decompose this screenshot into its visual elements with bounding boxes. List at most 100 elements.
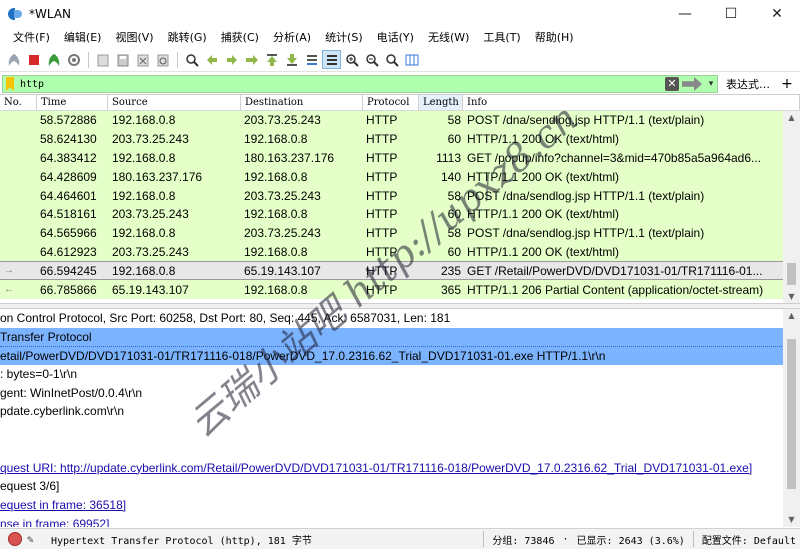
detail-row[interactable]: gent: WinInetPost/0.0.4\r\n (0, 384, 800, 403)
packet-row[interactable]: ← 66.785866 65.19.143.107 192.168.0.8 HTTP 36… (0, 280, 800, 299)
detail-row[interactable]: equest 3/6] (0, 477, 800, 496)
stop-capture-icon[interactable] (24, 50, 43, 69)
packet-row[interactable]: 64.464601 192.168.0.8 203.73.25.243 HTTP 58 P… (0, 186, 800, 205)
restart-capture-icon[interactable] (44, 50, 63, 69)
menu-telephony[interactable]: 电话(Y) (370, 28, 421, 48)
packet-length: 140 (440, 169, 461, 184)
packet-length: 60 (447, 207, 461, 222)
normal-size-icon[interactable] (382, 50, 401, 69)
detail-row[interactable]: etail/PowerDVD/DVD171031-01/TR171116-018… (0, 346, 800, 366)
column-header-no[interactable]: No. (0, 95, 37, 110)
auto-scroll-icon[interactable] (302, 50, 321, 69)
column-header-protocol[interactable]: Protocol (363, 95, 419, 110)
minimize-button[interactable]: — (662, 0, 708, 28)
find-packet-icon[interactable] (182, 50, 201, 69)
detail-row[interactable]: nse in frame: 69952] (0, 515, 800, 527)
column-header-destination[interactable]: Destination (241, 95, 363, 110)
scroll-down-icon[interactable]: ▼ (783, 513, 800, 527)
chevron-down-icon[interactable]: ▾ (705, 79, 717, 89)
add-filter-button[interactable]: + (776, 76, 798, 92)
scrollbar-thumb[interactable] (787, 339, 796, 489)
status-bar: ✎ Hypertext Transfer Protocol (http), 18… (0, 528, 800, 549)
packet-time: 64.565966 (40, 226, 97, 241)
zoom-out-icon[interactable] (362, 50, 381, 69)
expression-button[interactable]: 表达式… (718, 76, 776, 92)
go-forward-icon[interactable] (222, 50, 241, 69)
edit-comment-icon[interactable]: ✎ (27, 533, 43, 546)
detail-row[interactable] (0, 421, 800, 440)
menu-file[interactable]: 文件(F) (6, 28, 57, 48)
packet-time: 66.594245 (40, 263, 97, 278)
detail-row[interactable]: pdate.cyberlink.com\r\n (0, 402, 800, 421)
apply-filter-icon[interactable] (682, 77, 702, 91)
save-file-icon[interactable] (113, 50, 132, 69)
start-capture-icon[interactable] (4, 50, 23, 69)
go-to-packet-icon[interactable] (242, 50, 261, 69)
packet-row[interactable]: → 66.594245 192.168.0.8 65.19.143.107 HTTP 23… (0, 261, 800, 281)
packet-source: 65.19.143.107 (112, 282, 189, 297)
packet-row[interactable]: 64.383412 192.168.0.8 180.163.237.176 HTTP 1… (0, 148, 800, 168)
detail-row[interactable]: : bytes=0-1\r\n (0, 365, 800, 384)
column-header-time[interactable]: Time (37, 95, 108, 110)
expert-info-icon[interactable] (8, 532, 22, 546)
packet-source: 203.73.25.243 (112, 132, 189, 147)
packet-protocol: HTTP (366, 188, 398, 203)
menu-capture[interactable]: 捕获(C) (214, 28, 266, 48)
close-button[interactable]: ✕ (754, 0, 800, 28)
packet-protocol: HTTP (366, 207, 398, 222)
detail-row[interactable]: Transfer Protocol (0, 327, 800, 347)
column-header-length[interactable]: Length (419, 95, 463, 110)
maximize-button[interactable]: ☐ (708, 0, 754, 28)
scroll-up-icon[interactable]: ▲ (783, 111, 800, 125)
clear-filter-icon[interactable]: ✕ (665, 77, 679, 91)
menu-tools[interactable]: 工具(T) (476, 28, 527, 48)
packet-protocol: HTTP (366, 263, 398, 278)
capture-options-icon[interactable] (64, 50, 83, 69)
colorize-icon[interactable] (322, 50, 341, 69)
go-back-icon[interactable] (202, 50, 221, 69)
scrollbar-thumb[interactable] (787, 263, 796, 285)
packet-destination: 192.168.0.8 (244, 244, 308, 259)
packet-row[interactable]: 58.624130 203.73.25.243 192.168.0.8 HTTP 60 H… (0, 129, 800, 149)
menu-edit[interactable]: 编辑(E) (57, 28, 109, 48)
detail-row[interactable]: quest URI: http://update.cyberlink.com/R… (0, 459, 800, 478)
go-first-icon[interactable] (262, 50, 281, 69)
bookmark-icon[interactable] (6, 77, 14, 91)
details-scrollbar[interactable]: ▲ ▼ (783, 309, 800, 527)
packet-destination: 203.73.25.243 (244, 113, 321, 128)
packet-row[interactable]: 64.428609 180.163.237.176 192.168.0.8 HTTP 1… (0, 167, 800, 187)
packet-length: 1113 (436, 150, 461, 165)
main-toolbar (0, 48, 800, 72)
packet-list-header: No. Time Source Destination Protocol Len… (0, 95, 800, 111)
menu-wireless[interactable]: 无线(W) (421, 28, 476, 48)
detail-rows: on Control Protocol, Src Port: 60258, Ds… (0, 309, 800, 527)
scroll-down-icon[interactable]: ▼ (783, 290, 800, 303)
menu-help[interactable]: 帮助(H) (528, 28, 581, 48)
close-file-icon[interactable] (133, 50, 152, 69)
column-header-info[interactable]: Info (463, 95, 800, 110)
column-header-source[interactable]: Source (108, 95, 241, 110)
filter-text[interactable]: http (20, 79, 665, 90)
packet-list-scrollbar[interactable]: ▲ ▼ (783, 111, 800, 303)
scroll-up-icon[interactable]: ▲ (783, 309, 800, 323)
go-last-icon[interactable] (282, 50, 301, 69)
open-file-icon[interactable] (93, 50, 112, 69)
packet-row[interactable]: 64.565966 192.168.0.8 203.73.25.243 HTTP 58 P… (0, 223, 800, 243)
packet-length: 58 (447, 226, 461, 241)
menu-go[interactable]: 跳转(G) (161, 28, 214, 48)
reload-file-icon[interactable] (153, 50, 172, 69)
detail-row[interactable]: on Control Protocol, Src Port: 60258, Ds… (0, 309, 800, 328)
resize-columns-icon[interactable] (402, 50, 421, 69)
menu-analyze[interactable]: 分析(A) (266, 28, 318, 48)
detail-row[interactable]: equest in frame: 36518] (0, 496, 800, 515)
display-filter-input[interactable]: http ✕ ▾ (2, 75, 718, 93)
detail-row[interactable] (0, 440, 800, 459)
packet-list: No. Time Source Destination Protocol Len… (0, 94, 800, 303)
packet-row[interactable]: 58.572886 192.168.0.8 203.73.25.243 HTTP 58 P… (0, 111, 800, 130)
zoom-in-icon[interactable] (342, 50, 361, 69)
menu-statistics[interactable]: 统计(S) (318, 28, 370, 48)
packet-row[interactable]: 64.518161 203.73.25.243 192.168.0.8 HTTP 60 H… (0, 204, 800, 224)
menu-view[interactable]: 视图(V) (108, 28, 160, 48)
packet-row[interactable]: 64.612923 203.73.25.243 192.168.0.8 HTTP 60 H… (0, 242, 800, 262)
profile-label[interactable]: 配置文件: Default (698, 532, 800, 547)
